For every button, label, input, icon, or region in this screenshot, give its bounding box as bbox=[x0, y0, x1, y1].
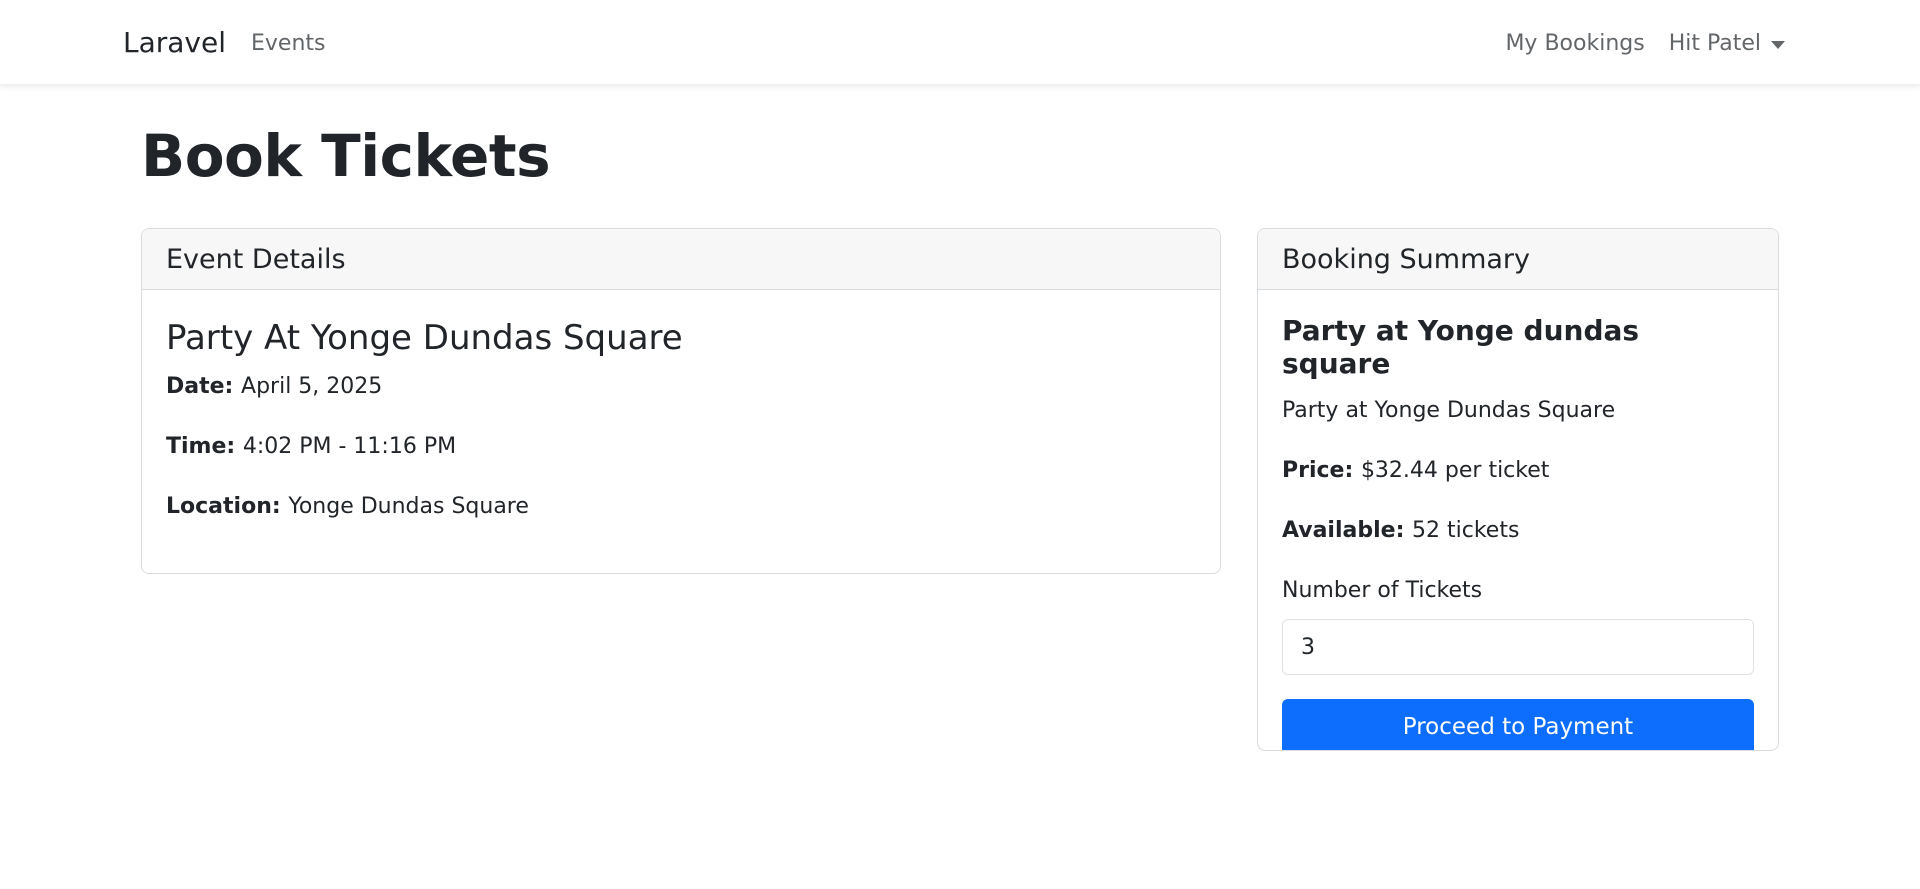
summary-available-value: 52 tickets bbox=[1412, 518, 1520, 543]
event-date-label: Date: bbox=[166, 374, 242, 399]
event-title: Party At Yonge Dundas Square bbox=[166, 318, 683, 358]
event-location-value: Yonge Dundas Square bbox=[288, 494, 529, 519]
booking-summary-card: Booking Summary Party at Yonge dundas sq… bbox=[1257, 228, 1779, 751]
page-title: Book Tickets bbox=[141, 122, 551, 190]
event-details-header: Event Details bbox=[142, 229, 1220, 290]
proceed-to-payment-button[interactable]: Proceed to Payment bbox=[1282, 699, 1754, 750]
brand-logo[interactable]: Laravel bbox=[123, 26, 226, 59]
summary-description: Party at Yonge Dundas Square bbox=[1282, 398, 1616, 423]
event-details-card: Event Details Party At Yonge Dundas Squa… bbox=[141, 228, 1221, 574]
navbar-right: My Bookings Hit Patel bbox=[1505, 31, 1785, 56]
event-location: Location: Yonge Dundas Square bbox=[166, 494, 1196, 520]
event-date: Date: April 5, 2025 bbox=[166, 374, 1196, 400]
summary-price: Price: $32.44 per ticket bbox=[1282, 458, 1754, 484]
event-time-value: 4:02 PM - 11:16 PM bbox=[242, 434, 457, 459]
caret-down-icon bbox=[1771, 40, 1785, 49]
booking-summary-header: Booking Summary bbox=[1258, 229, 1778, 290]
summary-price-value: $32.44 per ticket bbox=[1360, 458, 1550, 483]
event-time: Time: 4:02 PM - 11:16 PM bbox=[166, 434, 1196, 460]
event-location-label: Location: bbox=[166, 494, 289, 519]
summary-available: Available: 52 tickets bbox=[1282, 518, 1754, 544]
summary-price-label: Price: bbox=[1282, 458, 1361, 483]
summary-title: Party at Yonge dundas square bbox=[1282, 314, 1640, 380]
summary-available-label: Available: bbox=[1282, 518, 1413, 543]
tickets-quantity-input[interactable] bbox=[1282, 619, 1754, 675]
event-details-body: Party At Yonge Dundas Square Date: April… bbox=[142, 290, 1220, 573]
nav-link-my-bookings[interactable]: My Bookings bbox=[1505, 31, 1644, 56]
event-date-value: April 5, 2025 bbox=[241, 374, 383, 399]
event-time-label: Time: bbox=[166, 434, 243, 459]
booking-summary-body: Party at Yonge dundas square Party at Yo… bbox=[1258, 290, 1778, 750]
navbar: Laravel Events My Bookings Hit Patel bbox=[0, 0, 1920, 85]
user-name: Hit Patel bbox=[1668, 31, 1761, 56]
nav-link-events[interactable]: Events bbox=[251, 31, 326, 56]
user-dropdown-toggle[interactable]: Hit Patel bbox=[1669, 31, 1785, 56]
tickets-label: Number of Tickets bbox=[1282, 578, 1483, 603]
